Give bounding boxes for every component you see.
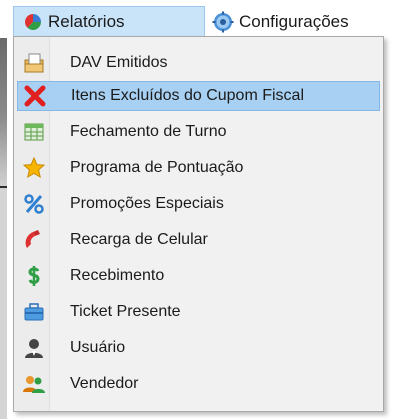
gear-icon — [212, 11, 234, 33]
menu-item-label: Fechamento de Turno — [70, 123, 227, 140]
document-folder-icon — [24, 53, 44, 73]
menu-item-label: Recebimento — [70, 267, 165, 284]
menu-relatorios[interactable]: Relatórios — [13, 6, 205, 36]
menu-item-label: Recarga de Celular — [70, 231, 208, 248]
menu-item-itens-excluidos[interactable]: Itens Excluídos do Cupom Fiscal — [17, 81, 380, 111]
menu-item-promocoes-especiais[interactable]: Promoções Especiais — [17, 189, 380, 219]
user-icon — [25, 339, 43, 358]
menu-item-recarga-celular[interactable]: Recarga de Celular — [17, 225, 380, 255]
background-window-edge — [0, 38, 7, 419]
menu-item-label: Usuário — [70, 339, 126, 356]
menu-item-vendedor[interactable]: Vendedor — [17, 369, 380, 399]
menu-item-label: Ticket Presente — [70, 303, 181, 320]
menu-item-label: Itens Excluídos do Cupom Fiscal — [71, 87, 304, 104]
menu-item-label: Vendedor — [70, 375, 139, 392]
menubar: Relatórios Configurações — [0, 0, 399, 38]
menu-item-label: Programa de Pontuação — [70, 159, 244, 176]
relatorios-dropdown: DAV Emitidos Itens Excluídos do Cupom Fi… — [13, 36, 384, 412]
menu-item-fechamento-turno[interactable]: Fechamento de Turno — [17, 117, 380, 147]
red-x-icon — [24, 85, 46, 107]
phone-handset-icon — [25, 230, 40, 248]
menu-item-programa-pontuacao[interactable]: Programa de Pontuação — [17, 153, 380, 183]
menu-item-label: DAV Emitidos — [70, 54, 168, 71]
menu-item-recebimento[interactable]: Recebimento — [17, 261, 380, 291]
calendar-grid-icon — [24, 123, 44, 141]
dollar-icon — [28, 266, 40, 286]
menu-relatorios-label: Relatórios — [48, 11, 125, 31]
percent-icon — [24, 194, 44, 214]
star-icon — [22, 156, 46, 179]
users-icon — [23, 376, 45, 393]
menu-item-dav-emitidos[interactable]: DAV Emitidos — [17, 48, 380, 78]
pie-chart-icon — [25, 13, 41, 30]
briefcase-icon — [24, 303, 44, 321]
menu-item-label: Promoções Especiais — [70, 195, 224, 212]
menu-configuracoes[interactable]: Configurações — [212, 8, 349, 36]
menu-item-ticket-presente[interactable]: Ticket Presente — [17, 297, 380, 327]
menu-configuracoes-label: Configurações — [239, 12, 349, 31]
menu-item-usuario[interactable]: Usuário — [17, 333, 380, 363]
